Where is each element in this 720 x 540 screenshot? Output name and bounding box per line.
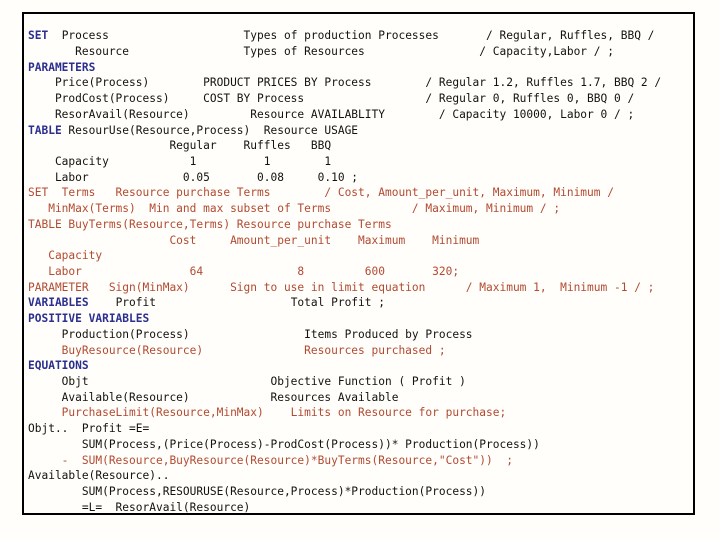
- code-token: SET: [28, 29, 55, 43]
- code-token: Regular Ruffles BBQ: [28, 139, 332, 153]
- code-line: =L= ResorAvail(Resource): [28, 500, 661, 514]
- code-token: Capacity: [28, 249, 103, 263]
- code-line: PARAMETERS: [28, 60, 661, 76]
- code-line: - SUM(Resource,BuyResource(Resource)*Buy…: [28, 453, 661, 469]
- code-token: VARIABLES: [28, 296, 89, 310]
- code-token: Price(Process) PRODUCT PRICES BY Process…: [28, 76, 662, 90]
- code-token: Objt Objective Function ( Profit ): [28, 375, 466, 388]
- code-line: MinMax(Terms) Min and max subset of Term…: [28, 201, 661, 217]
- code-line: PurchaseLimit(Resource,MinMax) Limits on…: [28, 405, 661, 421]
- code-token: SET Terms Resource purchase Terms / Cost…: [28, 186, 614, 200]
- code-token: MinMax(Terms) Min and max subset of Term…: [28, 202, 561, 216]
- code-line: Available(Resource)..: [28, 468, 661, 484]
- code-line: Capacity: [28, 248, 661, 264]
- gams-source-code[interactable]: SET Process Types of production Processe…: [24, 25, 661, 514]
- code-token: BuyResource(Resource) Resources purchase…: [28, 343, 446, 357]
- code-token: Cost Amount_per_unit Maximum Minimum: [28, 233, 480, 247]
- code-token: - SUM(Resource,BuyResource(Resource)*Buy…: [28, 453, 513, 467]
- code-line: SUM(Process,(Price(Process)-ProdCost(Pro…: [28, 437, 661, 453]
- code-line: SET Process Types of production Processe…: [28, 28, 661, 44]
- code-line: BuyResource(Resource) Resources purchase…: [28, 343, 661, 359]
- code-line: VARIABLES Profit Total Profit ;: [28, 295, 661, 311]
- code-token: ResourUse(Resource,Process) Resource USA…: [61, 123, 359, 137]
- code-line: Production(Process) Items Produced by Pr…: [28, 327, 661, 343]
- code-token: PARAMETERS: [28, 60, 96, 74]
- code-line: Labor 64 8 600 320;: [28, 264, 661, 280]
- code-token: Resource Types of Resources / Capacity,L…: [28, 44, 614, 58]
- code-line: SUM(Process,RESOURUSE(Resource,Process)*…: [28, 484, 661, 500]
- code-line: Resource Types of Resources / Capacity,L…: [28, 44, 661, 60]
- code-token: ResorAvail(Resource) Resource AVAILABLIT…: [28, 107, 635, 121]
- code-token: PurchaseLimit(Resource,MinMax) Limits on…: [28, 406, 507, 420]
- code-token: PARAMETER Sign(MinMax) Sign to use in li…: [28, 280, 655, 294]
- code-token: POSITIVE VARIABLES: [28, 312, 150, 326]
- code-token: Labor 64 8 600 320;: [28, 264, 460, 278]
- code-token: Objt.. Profit =E=: [28, 422, 150, 436]
- code-token: =L= ResorAvail(Resource): [28, 500, 251, 514]
- code-line: Labor 0.05 0.08 0.10 ;: [28, 170, 661, 186]
- code-line: Price(Process) PRODUCT PRICES BY Process…: [28, 75, 661, 91]
- code-line: Regular Ruffles BBQ: [28, 138, 661, 154]
- code-token: EQUATIONS: [28, 359, 89, 373]
- code-token: Available(Resource) Resources Available: [28, 390, 399, 404]
- code-token: SUM(Process,(Price(Process)-ProdCost(Pro…: [28, 437, 540, 451]
- code-listing-frame: SET Process Types of production Processe…: [22, 12, 695, 515]
- code-token: SUM(Process,RESOURUSE(Resource,Process)*…: [28, 485, 487, 499]
- code-token: Production(Process) Items Produced by Pr…: [28, 327, 473, 341]
- code-token: Process Types of production Processes / …: [54, 29, 655, 43]
- code-token: Profit Total Profit ;: [88, 296, 385, 310]
- code-line: ProdCost(Process) COST BY Process / Regu…: [28, 91, 661, 107]
- code-token: TABLE BuyTerms(Resource,Terms) Resource …: [28, 217, 392, 231]
- code-token: Available(Resource)..: [28, 469, 170, 483]
- code-token: Labor 0.05 0.08 0.10 ;: [28, 170, 359, 184]
- code-line: TABLE BuyTerms(Resource,Terms) Resource …: [28, 217, 661, 233]
- code-line: SET Terms Resource purchase Terms / Cost…: [28, 185, 661, 201]
- code-line: Available(Resource) Resources Available: [28, 390, 661, 406]
- code-line: TABLE ResourUse(Resource,Process) Resour…: [28, 123, 661, 139]
- code-line: Capacity 1 1 1: [28, 154, 661, 170]
- code-line: PARAMETER Sign(MinMax) Sign to use in li…: [28, 280, 661, 296]
- code-token: TABLE: [28, 123, 62, 137]
- code-line: EQUATIONS: [28, 358, 661, 374]
- code-line: ResorAvail(Resource) Resource AVAILABLIT…: [28, 107, 661, 123]
- code-token: ProdCost(Process) COST BY Process / Regu…: [28, 92, 635, 106]
- code-line: Cost Amount_per_unit Maximum Minimum: [28, 233, 661, 249]
- code-line: Objt Objective Function ( Profit ): [28, 374, 661, 390]
- code-line: POSITIVE VARIABLES: [28, 311, 661, 327]
- code-line: Objt.. Profit =E=: [28, 421, 661, 437]
- code-token: Capacity 1 1 1: [28, 154, 332, 168]
